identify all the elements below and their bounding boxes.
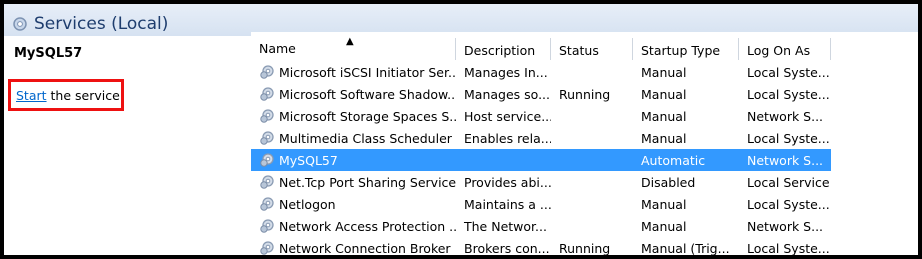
service-gear-icon — [260, 87, 274, 101]
table-row[interactable]: Network Connection Broker Brokers con... R… — [251, 237, 831, 256]
cell-description: Manages In... — [464, 64, 548, 80]
start-link-suffix: the service — [46, 87, 120, 103]
column-header-description[interactable]: Description — [456, 38, 551, 60]
cell-startup-type: Disabled — [641, 174, 696, 190]
services-gear-icon — [13, 17, 27, 31]
cell-description: Manages so... — [464, 86, 550, 102]
cell-name: Microsoft iSCSI Initiator Ser... — [251, 64, 456, 80]
service-gear-icon — [260, 65, 274, 79]
cell-description: Host service... — [464, 108, 551, 124]
cell-description: Maintains a ... — [464, 196, 551, 212]
cell-description: Brokers con... — [464, 240, 550, 256]
table-row[interactable]: MySQL57 Automatic Network S... — [251, 149, 831, 171]
cell-name: Net.Tcp Port Sharing Service — [251, 174, 456, 190]
table-row[interactable]: Microsoft iSCSI Initiator Ser... Manages … — [251, 61, 831, 83]
table-row[interactable]: Netlogon Maintains a ... Manual Local Syste… — [251, 193, 831, 215]
cell-startup-type: Manual — [641, 64, 687, 80]
column-header-status[interactable]: Status — [551, 38, 633, 60]
table-row[interactable]: Microsoft Software Shadow... Manages so..… — [251, 83, 831, 105]
cell-name: MySQL57 — [251, 152, 456, 168]
cell-startup-type: Manual — [641, 218, 687, 234]
cell-description: Enables rela... — [464, 130, 551, 146]
cell-name: Microsoft Software Shadow... — [251, 86, 456, 102]
cell-description: Provides abi... — [464, 174, 551, 190]
window-title-label: Services (Local) — [34, 14, 169, 34]
cell-log-on-as: Local Syste... — [747, 86, 830, 102]
table-row[interactable]: Network Access Protection ... The Networ.… — [251, 215, 831, 237]
cell-startup-type: Manual — [641, 130, 687, 146]
column-header-startup-type[interactable]: Startup Type — [633, 38, 739, 60]
selected-service-name: MySQL57 — [14, 46, 83, 61]
cell-startup-type: Automatic — [641, 152, 706, 168]
cell-startup-type: Manual (Trig... — [641, 240, 730, 256]
table-row[interactable]: Net.Tcp Port Sharing Service Provides abi… — [251, 171, 831, 193]
cell-log-on-as: Local Service — [747, 174, 830, 190]
cell-log-on-as: Local Syste... — [747, 130, 830, 146]
service-gear-icon — [260, 153, 274, 167]
service-gear-icon — [260, 241, 274, 255]
column-header-log-on-as[interactable]: Log On As — [739, 38, 831, 60]
description-pane: MySQL57 Start the service — [4, 36, 248, 255]
start-service-action: Start the service — [8, 79, 124, 111]
cell-startup-type: Manual — [641, 108, 687, 124]
cell-startup-type: Manual — [641, 196, 687, 212]
cell-log-on-as: Local Syste... — [747, 64, 830, 80]
cell-log-on-as: Network S... — [747, 218, 824, 234]
cell-name: Multimedia Class Scheduler — [251, 130, 456, 146]
cell-name: Netlogon — [251, 196, 456, 212]
column-header-row: Name ▲ Description Status Startup Type L… — [251, 36, 831, 60]
cell-status: Running — [559, 86, 611, 102]
service-gear-icon — [260, 197, 274, 211]
cell-log-on-as: Network S... — [747, 108, 824, 124]
cell-name: Network Connection Broker — [251, 240, 456, 255]
service-gear-icon — [260, 131, 274, 145]
cell-description: The Networ... — [464, 218, 547, 234]
sort-ascending-icon: ▲ — [346, 36, 354, 47]
cell-status: Running — [559, 240, 611, 256]
table-row[interactable]: Microsoft Storage Spaces S... Host servic… — [251, 105, 831, 127]
cell-log-on-as: Local Syste... — [747, 196, 830, 212]
service-gear-icon — [260, 175, 274, 189]
cell-log-on-as: Network S... — [747, 152, 824, 168]
services-window: Services (Local) MySQL57 Start the servi… — [0, 0, 922, 259]
column-header-name[interactable]: Name ▲ — [251, 36, 456, 60]
cell-startup-type: Manual — [641, 86, 687, 102]
services-list: Name ▲ Description Status Startup Type L… — [251, 32, 918, 255]
window-title: Services (Local) — [12, 12, 168, 36]
service-gear-icon — [260, 109, 274, 123]
cell-name: Network Access Protection ... — [251, 218, 456, 234]
cell-name: Microsoft Storage Spaces S... — [251, 108, 456, 124]
service-gear-icon — [260, 219, 274, 233]
table-row[interactable]: Multimedia Class Scheduler Enables rela..… — [251, 127, 831, 149]
cell-log-on-as: Local Syste... — [747, 240, 830, 256]
start-link[interactable]: Start — [16, 88, 47, 103]
